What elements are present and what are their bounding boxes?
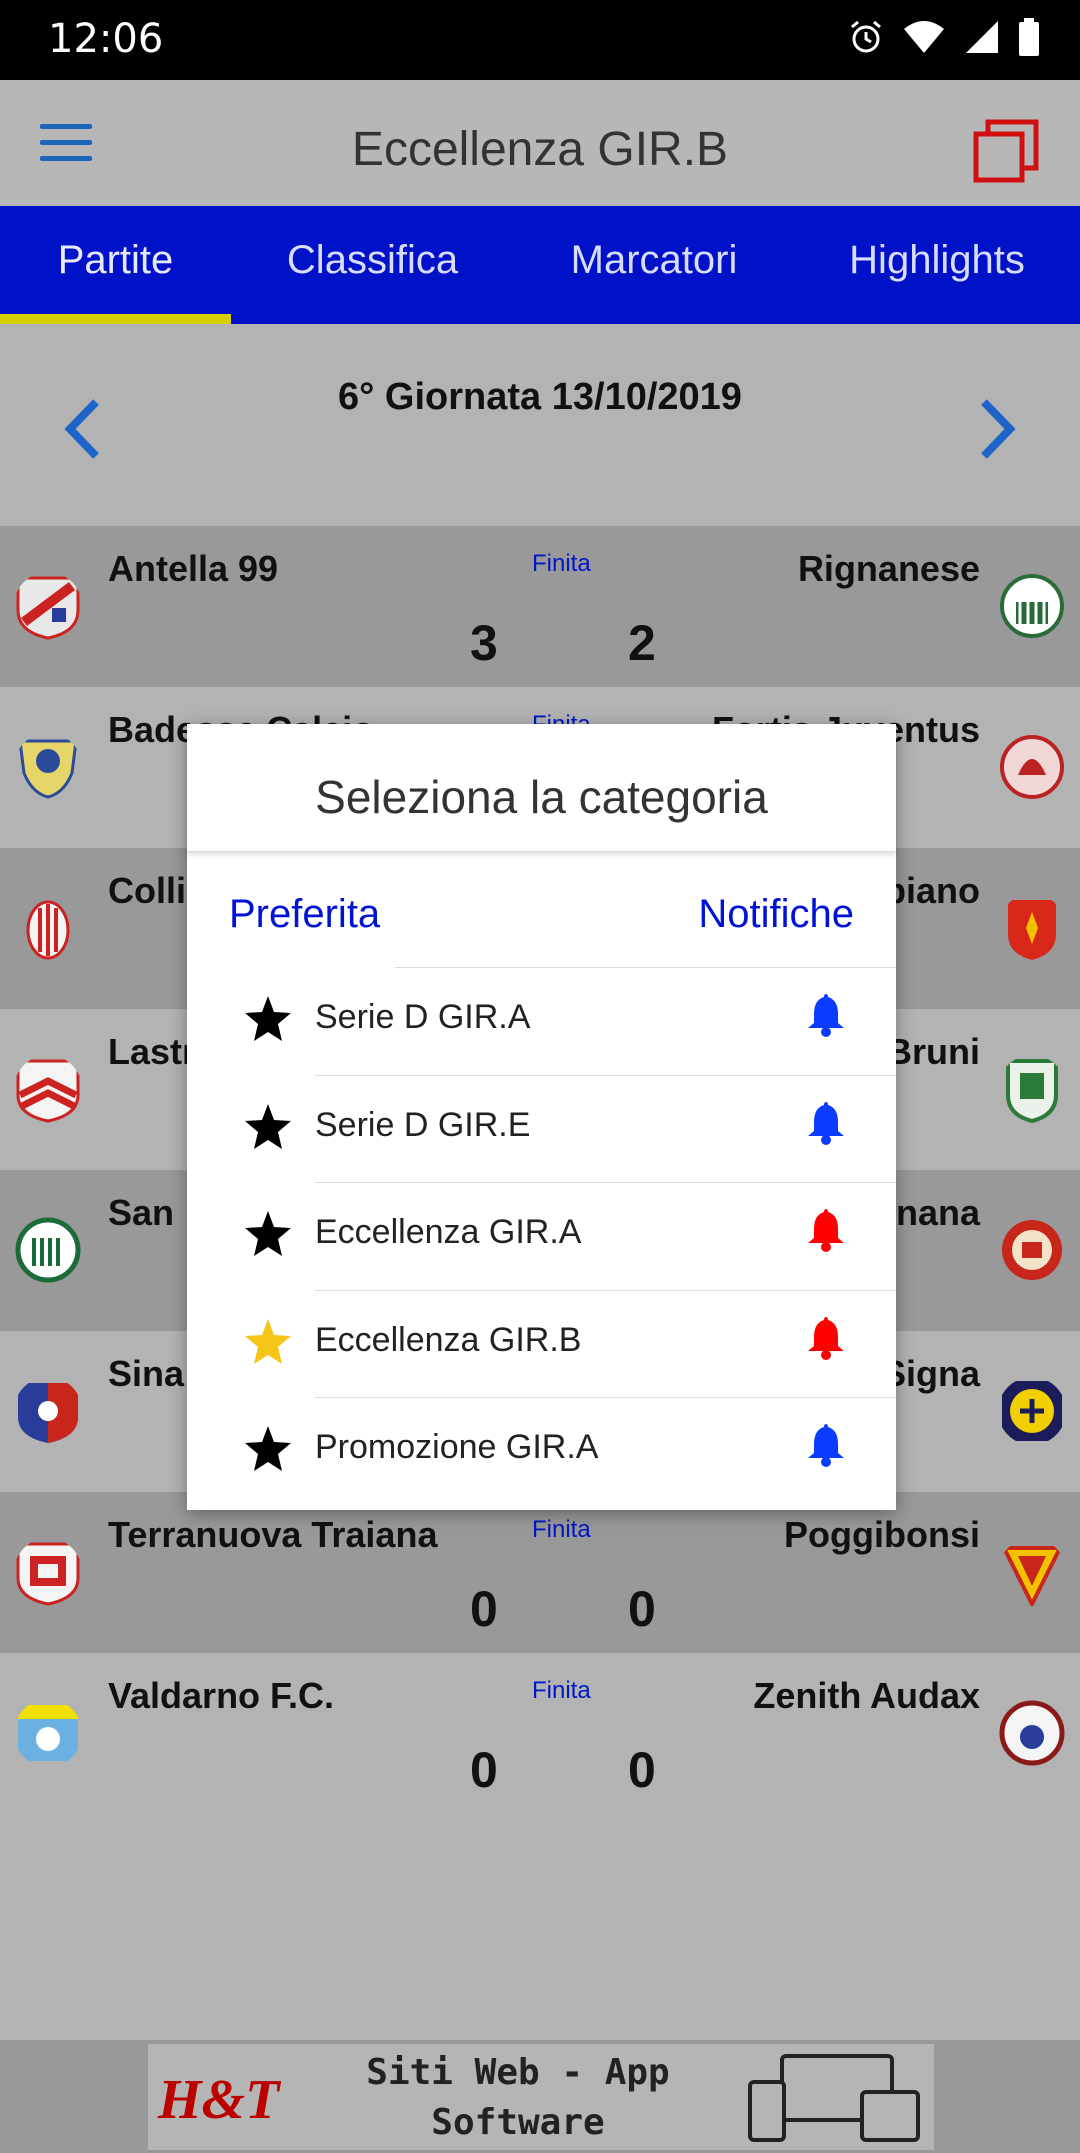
score-away: 2: [628, 615, 656, 671]
team-logo: [1008, 900, 1056, 960]
team-logo: [1000, 1546, 1064, 1606]
away-team: nana: [895, 1192, 980, 1233]
score-away: 0: [628, 1742, 656, 1798]
home-team: Sina: [108, 1353, 185, 1394]
team-logo: [1002, 1381, 1062, 1441]
round-label: 6° Giornata 13/10/2019: [338, 376, 742, 418]
tab-marcatori[interactable]: Marcatori: [514, 206, 794, 324]
ad-line-1: Siti Web - App: [366, 2052, 670, 2093]
column-notifications: Notifiche: [698, 892, 854, 936]
match-status: Finita: [532, 550, 591, 577]
alarm-icon: [851, 20, 881, 53]
ad-content: H&T Siti Web - App Software: [148, 2044, 934, 2150]
team-logo: [1002, 1220, 1062, 1280]
ad-banner[interactable]: H&T Siti Web - App Software: [0, 2040, 1080, 2153]
away-team: Poggibonsi: [784, 1514, 980, 1555]
score-home: 0: [470, 1742, 498, 1798]
bell-icon[interactable]: [804, 1313, 848, 1361]
star-icon[interactable]: [243, 1102, 293, 1152]
tab-highlights[interactable]: Highlights: [794, 206, 1080, 324]
tab-indicator: [0, 314, 231, 324]
team-logo: [16, 576, 80, 640]
ad-line-2: Software: [431, 2102, 605, 2143]
home-team: Lastr: [108, 1031, 197, 1072]
home-team: Terranuova Traiana: [108, 1514, 438, 1555]
team-logo: [16, 1542, 80, 1606]
category-name: Promozione GIR.A: [315, 1428, 599, 1466]
category-dialog: Seleziona la categoria Preferita Notific…: [187, 724, 896, 1510]
away-team: Zenith Audax: [753, 1675, 980, 1716]
devices-icon: [748, 2054, 920, 2142]
match-row[interactable]: Antella 99 Finita Rignanese 3 2: [0, 526, 1080, 687]
away-team: piano: [884, 870, 980, 911]
away-team: Signa: [881, 1353, 980, 1394]
tab-bar: Partite Classifica Marcatori Highlights: [0, 206, 1080, 324]
team-logo: [15, 1217, 81, 1283]
match-row[interactable]: Terranuova Traiana Finita Poggibonsi 0 0: [0, 1492, 1080, 1653]
chevron-right-icon[interactable]: [972, 394, 1022, 464]
tab-label: Marcatori: [570, 238, 738, 282]
ad-text: Siti Web - App Software: [358, 2048, 678, 2148]
category-row[interactable]: Serie D GIR.A: [187, 968, 896, 1076]
round-selector: 6° Giornata 13/10/2019: [0, 324, 1080, 526]
ad-brand: H&T: [158, 2069, 280, 2131]
team-logo: [18, 1383, 78, 1443]
category-name: Eccellenza GIR.A: [315, 1213, 582, 1251]
copy-icon[interactable]: [972, 118, 1040, 184]
dialog-title: Seleziona la categoria: [187, 724, 896, 852]
score-away: 0: [628, 1581, 656, 1637]
bell-icon[interactable]: [804, 1205, 848, 1253]
team-logo: [18, 1705, 78, 1761]
score-home: 3: [470, 615, 498, 671]
star-icon[interactable]: [243, 994, 293, 1044]
star-icon[interactable]: [243, 1424, 293, 1474]
away-team: Rignanese: [797, 548, 980, 589]
team-logo: [999, 1700, 1065, 1766]
tab-classifica[interactable]: Classifica: [231, 206, 514, 324]
team-logo: [1006, 1059, 1058, 1123]
category-list: Serie D GIR.A Serie D GIR.E Eccellenza GIR…: [187, 968, 896, 1506]
home-team: Antella 99: [108, 548, 279, 589]
category-name: Serie D GIR.A: [315, 998, 531, 1036]
team-logo: [1000, 574, 1064, 638]
star-icon[interactable]: [243, 1317, 293, 1367]
category-row[interactable]: Eccellenza GIR.B: [187, 1291, 896, 1398]
category-name: Serie D GIR.E: [315, 1105, 531, 1144]
bell-icon[interactable]: [804, 990, 848, 1038]
star-icon[interactable]: [243, 1209, 293, 1259]
status-time: 12:06: [48, 16, 164, 62]
tab-partite[interactable]: Partite: [0, 206, 231, 324]
bell-icon[interactable]: [804, 1420, 848, 1468]
tab-label: Classifica: [286, 238, 459, 282]
team-logo: [18, 739, 78, 799]
column-favorite: Preferita: [229, 892, 381, 936]
status-icons: [848, 18, 1040, 56]
dialog-columns: Preferita Notifiche: [187, 852, 896, 968]
score-home: 0: [470, 1581, 498, 1637]
bell-icon[interactable]: [804, 1098, 848, 1146]
category-row[interactable]: Promozione GIR.A: [187, 1398, 896, 1506]
page-title: Eccellenza GIR.B: [351, 123, 729, 176]
away-team: Bruni: [886, 1031, 980, 1072]
tab-label: Partite: [57, 238, 174, 282]
team-logo: [1000, 735, 1064, 799]
team-logo: [26, 900, 70, 960]
tab-label: Highlights: [849, 238, 1025, 282]
home-team: San: [108, 1192, 175, 1233]
app-bar: Eccellenza GIR.B: [0, 80, 1080, 206]
home-team: Colli: [108, 870, 186, 911]
category-row[interactable]: Eccellenza GIR.A: [187, 1183, 896, 1291]
battery-icon: [1019, 18, 1039, 56]
wifi-icon: [904, 21, 944, 53]
match-status: Finita: [532, 1677, 591, 1704]
team-logo: [16, 1059, 80, 1123]
signal-icon: [966, 21, 998, 53]
category-row[interactable]: Serie D GIR.E: [187, 1076, 896, 1183]
category-name: Eccellenza GIR.B: [315, 1320, 582, 1359]
match-row[interactable]: Valdarno F.C. Finita Zenith Audax 0 0: [0, 1653, 1080, 1814]
home-team: Valdarno F.C.: [108, 1675, 335, 1716]
status-bar: 12:06: [0, 0, 1080, 80]
match-status: Finita: [532, 1516, 591, 1543]
